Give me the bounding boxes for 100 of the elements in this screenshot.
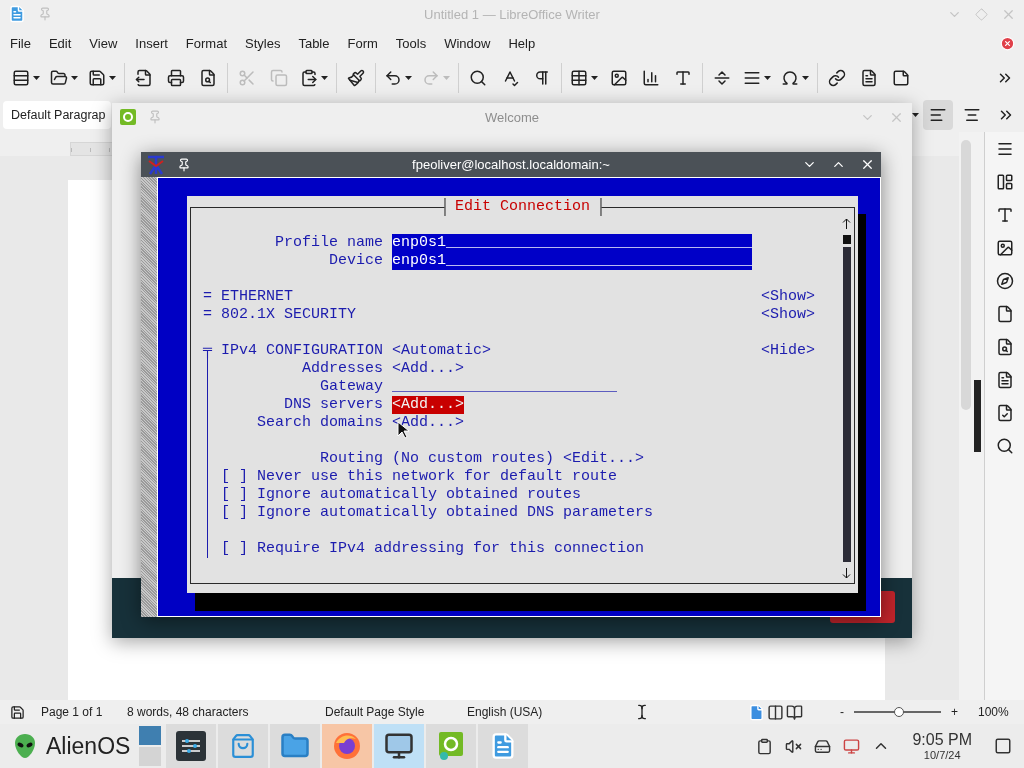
bar-chart-icon <box>642 69 660 87</box>
option-button[interactable]: <Add...> <box>392 414 465 432</box>
option-button[interactable]: <Edit...> <box>563 450 645 468</box>
pin-icon[interactable] <box>177 157 191 172</box>
text-field[interactable]: _________________________ <box>392 378 618 396</box>
image-icon[interactable] <box>995 239 1014 257</box>
taskbar-app-button[interactable] <box>322 724 373 768</box>
section-heading: IPv4 CONFIGURATION <box>221 342 384 360</box>
compass-icon[interactable] <box>995 272 1014 290</box>
clipboard-icon <box>300 69 318 87</box>
option-button[interactable]: <Add...> <box>392 360 465 378</box>
align-button[interactable] <box>923 100 953 130</box>
language: English (USA) <box>467 705 543 719</box>
text-style-icon[interactable] <box>995 206 1014 224</box>
menu-item[interactable]: Edit <box>39 31 81 55</box>
redo-icon <box>422 69 440 87</box>
close-icon[interactable] <box>860 157 875 172</box>
scroll-down-arrow-icon[interactable] <box>842 568 851 579</box>
checkbox[interactable]: [ ] <box>221 504 248 522</box>
scroll-up-arrow-icon[interactable] <box>842 218 851 229</box>
properties-icon[interactable] <box>995 173 1014 191</box>
tree-marker: = <box>203 288 212 306</box>
menu-item[interactable]: Tools <box>386 31 436 55</box>
zoom-in-button[interactable]: + <box>951 705 958 719</box>
menu-item[interactable]: Table <box>289 31 339 55</box>
window-title: Welcome <box>484 109 540 125</box>
caret-icon <box>591 76 598 80</box>
zoom-slider-thumb[interactable] <box>894 707 905 717</box>
monitor-icon <box>384 731 415 761</box>
document-search-icon[interactable] <box>995 338 1014 356</box>
section-heading: 802.1X SECURITY <box>221 306 357 324</box>
scissors-icon <box>238 69 256 87</box>
field-label: Search domains <box>257 414 383 432</box>
menu-item[interactable]: Help <box>499 31 545 55</box>
workspace-pager[interactable] <box>139 726 162 766</box>
menu-item[interactable]: Window <box>435 31 500 55</box>
taskbar-app-button[interactable] <box>374 724 425 768</box>
zoom-level: 100% <box>978 705 1009 719</box>
sidebar-handle[interactable] <box>974 380 982 452</box>
menu-item[interactable]: File <box>1 31 40 55</box>
document-check-icon[interactable] <box>995 404 1014 422</box>
document-icon <box>860 69 878 87</box>
lines-icon <box>743 69 761 87</box>
document-search-icon <box>199 69 217 87</box>
align-left-icon <box>929 106 947 124</box>
routes-note: (No custom routes) <box>392 450 555 468</box>
muted-speaker-icon[interactable] <box>785 737 803 755</box>
scrollbar[interactable] <box>961 140 972 410</box>
search-icon[interactable] <box>995 437 1014 455</box>
menu-item[interactable]: Insert <box>126 31 177 55</box>
list-icon <box>12 69 30 87</box>
table-icon <box>570 69 588 87</box>
toggle-button[interactable]: <Hide> <box>761 342 816 360</box>
show-desktop-icon[interactable] <box>994 737 1012 755</box>
document-icon[interactable] <box>995 371 1014 389</box>
menu-item[interactable]: Format <box>176 31 236 55</box>
undo-icon <box>384 69 402 87</box>
paragraph-style-field[interactable]: Default Paragrap <box>3 101 111 129</box>
field-label: Profile name <box>275 234 383 252</box>
terminal-app-icon <box>147 154 165 175</box>
checkbox[interactable]: [ ] <box>221 540 248 558</box>
launcher-button[interactable]: AlienOS <box>14 732 131 760</box>
search-icon <box>469 69 487 87</box>
network-icon[interactable] <box>843 737 861 755</box>
menu-icon[interactable] <box>995 140 1014 158</box>
clipboard-icon[interactable] <box>756 737 774 755</box>
taskbar-app-button[interactable] <box>166 724 217 768</box>
view-layout-button[interactable] <box>786 703 803 721</box>
scroll-thumb[interactable] <box>842 235 851 244</box>
globe-icon <box>332 731 363 761</box>
menu-item[interactable]: Styles <box>236 31 290 55</box>
checkbox-label: Ignore automatically obtained DNS parameters <box>257 504 654 522</box>
note-icon <box>892 69 910 87</box>
page-style: Default Page Style <box>325 705 425 719</box>
toggle-button[interactable]: <Show> <box>761 306 816 324</box>
menu-item[interactable]: Form <box>338 31 387 55</box>
text-icon <box>674 69 692 87</box>
document-export-icon <box>135 69 153 87</box>
text-field[interactable]: enp0s1__________________________________ <box>392 252 753 270</box>
close-document-icon[interactable] <box>1000 35 1015 51</box>
page-icon[interactable] <box>995 305 1014 323</box>
text-field[interactable]: enp0s1__________________________________ <box>392 234 753 252</box>
alien-head-icon <box>14 733 36 759</box>
caret-icon <box>912 113 919 117</box>
paintbrush-icon <box>347 69 365 87</box>
scroll-track[interactable] <box>842 247 851 562</box>
copy-icon <box>270 69 288 87</box>
terminal-scrollbar[interactable] <box>141 177 157 617</box>
view-layout-button[interactable] <box>767 703 784 721</box>
caret-icon <box>405 76 412 80</box>
checkbox-label: Ignore automatically obtained routes <box>257 486 582 504</box>
align-center-icon <box>963 106 981 124</box>
checkbox[interactable]: [ ] <box>221 468 248 486</box>
mode-button[interactable]: <Automatic> <box>392 342 492 360</box>
menu-item[interactable]: View <box>80 31 127 55</box>
toggle-button[interactable]: <Show> <box>761 288 816 306</box>
checkbox[interactable]: [ ] <box>221 486 248 504</box>
zoom-out-button[interactable]: - <box>840 705 844 719</box>
option-button[interactable]: <Add...> <box>392 396 465 414</box>
clock[interactable]: 9:05 PM 10/7/24 <box>912 731 972 761</box>
